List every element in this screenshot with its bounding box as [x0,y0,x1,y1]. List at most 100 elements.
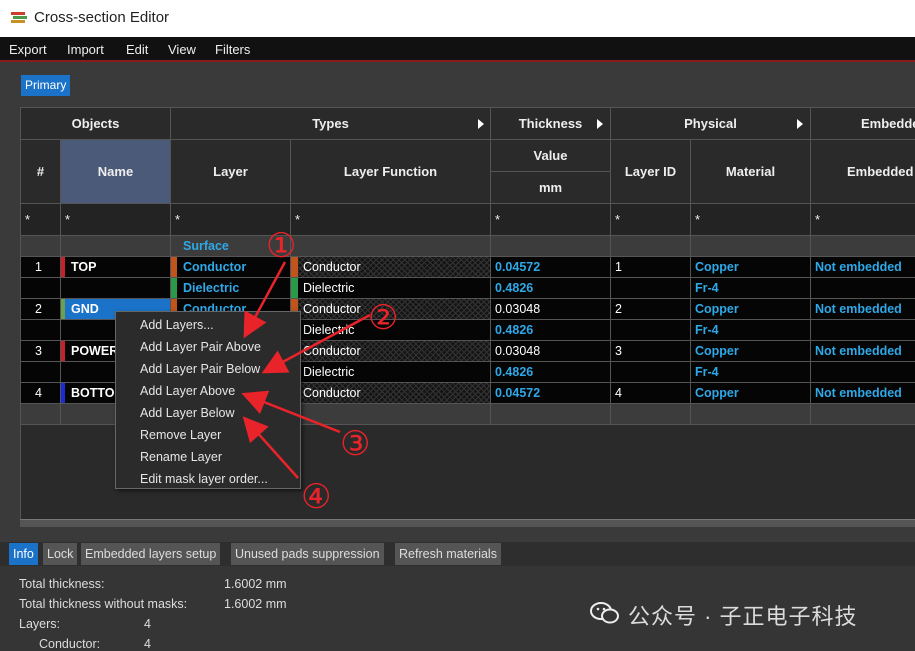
cell-material[interactable] [691,236,811,257]
cell-name[interactable] [61,236,171,257]
header-num[interactable]: # [21,140,61,204]
header-physical[interactable]: Physical [611,108,811,140]
cell-value[interactable] [491,236,611,257]
table-row[interactable]: Dielectric Dielectric 0.4826 Fr-4 [21,278,915,299]
cell-num[interactable]: 1 [21,257,61,278]
cell-embedded[interactable]: Not embedded [811,383,915,404]
cell-num[interactable] [21,362,61,383]
cell-func[interactable]: Conductor [291,299,491,320]
table-row[interactable]: 1 TOP Conductor Conductor 0.04572 1 Copper Not … [21,257,915,278]
header-layer-id[interactable]: Layer ID [611,140,691,204]
cell-material[interactable]: Copper [691,383,811,404]
tab-lock[interactable]: Lock [43,543,78,565]
cell-material[interactable]: Fr-4 [691,278,811,299]
menu-add-layer-pair-above[interactable]: Add Layer Pair Above [140,340,261,354]
cell-id[interactable] [611,320,691,341]
tab-unused-pads-suppression[interactable]: Unused pads suppression [231,543,384,565]
cell-value[interactable]: 0.04572 [491,383,611,404]
header-name[interactable]: Name [61,140,171,204]
menu-import[interactable]: Import [67,42,104,57]
expand-thickness-icon[interactable] [597,119,603,129]
cell-id[interactable] [611,362,691,383]
cell-num[interactable]: 3 [21,341,61,362]
cell-value[interactable]: 0.03048 [491,341,611,362]
cell-material[interactable]: Fr-4 [691,362,811,383]
cell-material[interactable]: Copper [691,299,811,320]
menu-add-layers[interactable]: Add Layers... [140,318,214,332]
menu-edit-mask-layer-order[interactable]: Edit mask layer order... [140,472,268,486]
cell-func[interactable]: Conductor [291,257,491,278]
cell-embedded[interactable] [811,404,915,425]
header-layer-function[interactable]: Layer Function [291,140,491,204]
menu-remove-layer[interactable]: Remove Layer [140,428,221,442]
cell-layer[interactable]: Surface [171,236,291,257]
tab-info[interactable]: Info [9,543,38,565]
header-layer[interactable]: Layer [171,140,291,204]
cell-func[interactable] [291,236,491,257]
cell-embedded[interactable] [811,278,915,299]
cell-func[interactable]: Conductor [291,341,491,362]
cell-func[interactable]: Conductor [291,383,491,404]
header-value[interactable]: Value [491,140,611,172]
filter-value[interactable]: * [491,204,611,236]
filter-layer-id[interactable]: * [611,204,691,236]
cell-value[interactable]: 0.4826 [491,278,611,299]
cell-num[interactable] [21,236,61,257]
cell-num[interactable]: 4 [21,383,61,404]
tab-refresh-materials[interactable]: Refresh materials [395,543,501,565]
cell-embedded[interactable]: Not embedded [811,341,915,362]
menu-view[interactable]: View [168,42,196,57]
cell-num[interactable]: 2 [21,299,61,320]
cell-id[interactable]: 1 [611,257,691,278]
cell-name[interactable] [61,278,171,299]
menu-export[interactable]: Export [9,42,47,57]
cell-material[interactable]: Copper [691,341,811,362]
cell-id[interactable]: 3 [611,341,691,362]
cell-num[interactable] [21,320,61,341]
menu-edit[interactable]: Edit [126,42,148,57]
filter-material[interactable]: * [691,204,811,236]
menu-add-layer-above[interactable]: Add Layer Above [140,384,235,398]
cell-func[interactable]: Dielectric [291,362,491,383]
tab-embedded-layers-setup[interactable]: Embedded layers setup [81,543,221,565]
cell-func[interactable]: Dielectric [291,278,491,299]
cell-func[interactable] [291,404,491,425]
filter-num[interactable]: * [21,204,61,236]
cell-id[interactable] [611,404,691,425]
horizontal-scrollbar[interactable] [20,519,915,527]
cell-value[interactable]: 0.04572 [491,257,611,278]
cell-id[interactable] [611,278,691,299]
filter-embedded[interactable]: * [811,204,915,236]
cell-num[interactable] [21,404,61,425]
expand-physical-icon[interactable] [797,119,803,129]
menu-add-layer-pair-below[interactable]: Add Layer Pair Below [140,362,260,376]
cell-value[interactable]: 0.4826 [491,362,611,383]
filter-name[interactable]: * [61,204,171,236]
table-row[interactable]: Surface [21,236,915,257]
cell-material[interactable] [691,404,811,425]
header-material[interactable]: Material [691,140,811,204]
cell-value[interactable]: 0.03048 [491,299,611,320]
cell-value[interactable] [491,404,611,425]
cell-value[interactable]: 0.4826 [491,320,611,341]
cell-material[interactable]: Fr-4 [691,320,811,341]
cell-name[interactable]: TOP [61,257,171,278]
cell-embedded[interactable]: Not embedded [811,299,915,320]
cell-id[interactable]: 2 [611,299,691,320]
menu-rename-layer[interactable]: Rename Layer [140,450,222,464]
filter-layer[interactable]: * [171,204,291,236]
menu-add-layer-below[interactable]: Add Layer Below [140,406,235,420]
cell-id[interactable]: 4 [611,383,691,404]
cell-layer[interactable]: Conductor [171,257,291,278]
header-types[interactable]: Types [171,108,491,140]
cell-id[interactable] [611,236,691,257]
cell-embedded[interactable] [811,362,915,383]
tab-primary[interactable]: Primary [21,75,71,96]
header-embedded[interactable]: Embedded [811,140,915,204]
header-thickness[interactable]: Thickness [491,108,611,140]
filter-layer-function[interactable]: * [291,204,491,236]
cell-embedded[interactable]: Not embedded [811,257,915,278]
cell-embedded[interactable] [811,320,915,341]
cell-num[interactable] [21,278,61,299]
cell-material[interactable]: Copper [691,257,811,278]
